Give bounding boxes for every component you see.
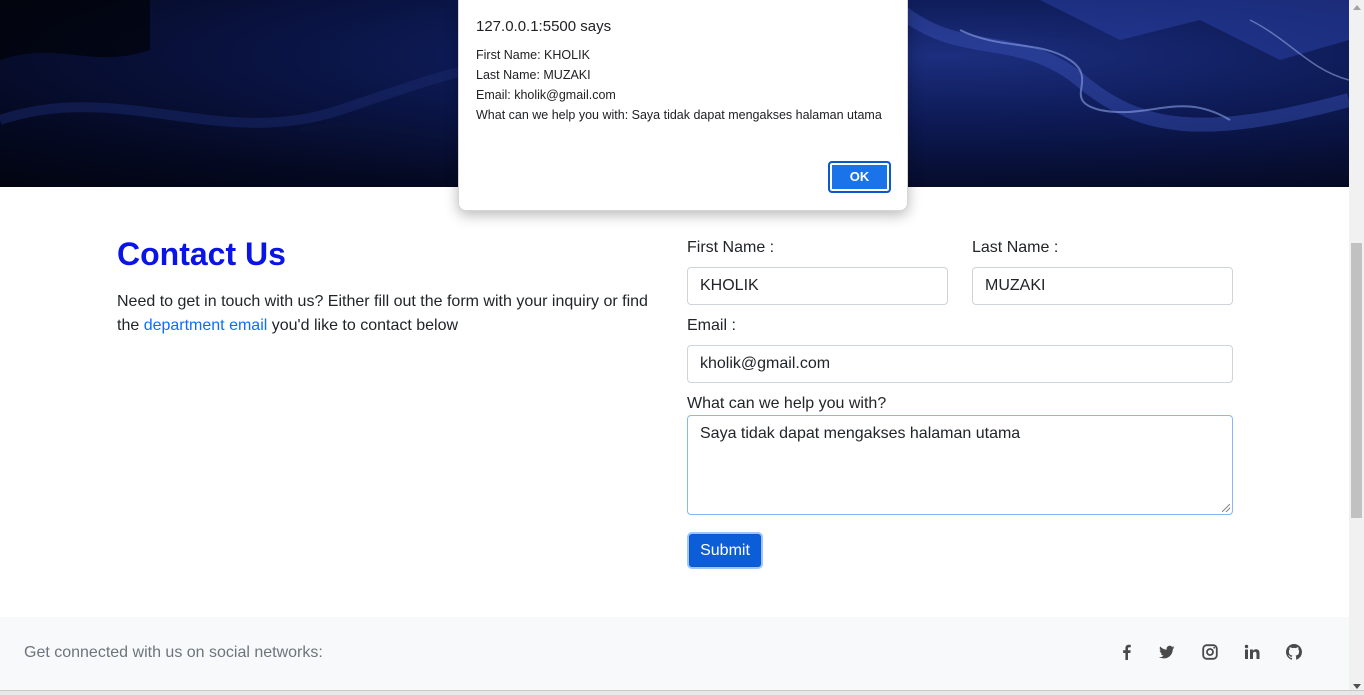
help-textarea[interactable]: Saya tidak dapat mengakses halaman utama [687,415,1233,515]
contact-description-tail: you'd like to contact below [267,317,459,334]
dialog-line-first-name: First Name: KHOLIK [476,48,590,62]
first-name-label: First Name : [687,239,775,256]
linkedin-icon[interactable] [1244,644,1262,662]
footer: Get connected with us on social networks… [0,617,1349,694]
footer-social-text: Get connected with us on social networks… [24,644,323,661]
instagram-icon[interactable] [1202,644,1220,662]
scrollbar-thumb[interactable] [1351,243,1362,518]
dialog-line-last-name: Last Name: MUZAKI [476,68,591,82]
github-icon[interactable] [1286,644,1304,662]
page-scrollbar[interactable] [1349,0,1364,694]
dialog-line-help: What can we help you with: Saya tidak da… [476,108,882,122]
help-textarea-value: Saya tidak dapat mengakses halaman utama [700,425,1021,442]
facebook-icon[interactable] [1119,644,1137,662]
ok-button[interactable]: OK [828,161,891,193]
last-name-label: Last Name : [972,239,1059,256]
twitter-icon[interactable] [1159,644,1177,662]
submit-button[interactable]: Submit [687,532,763,569]
last-name-input[interactable]: MUZAKI [972,267,1233,305]
dialog-title: 127.0.0.1:5500 says [476,18,612,35]
scroll-down-arrow-icon[interactable] [1353,684,1361,689]
window-bottom-edge [0,690,1364,695]
first-name-input[interactable]: KHOLIK [687,267,948,305]
help-label: What can we help you with? [687,395,887,412]
email-input[interactable]: kholik@gmail.com [687,345,1233,383]
email-label: Email : [687,317,736,334]
scroll-up-arrow-icon[interactable] [1353,5,1361,10]
contact-title: Contact Us [117,236,286,272]
contact-description: Need to get in touch with us? Either fil… [117,290,672,338]
dialog-line-email: Email: kholik@gmail.com [476,88,616,102]
resize-grip-icon[interactable] [1222,504,1230,512]
department-email-link[interactable]: department email [144,317,268,334]
alert-dialog: 127.0.0.1:5500 says First Name: KHOLIK L… [458,0,908,211]
